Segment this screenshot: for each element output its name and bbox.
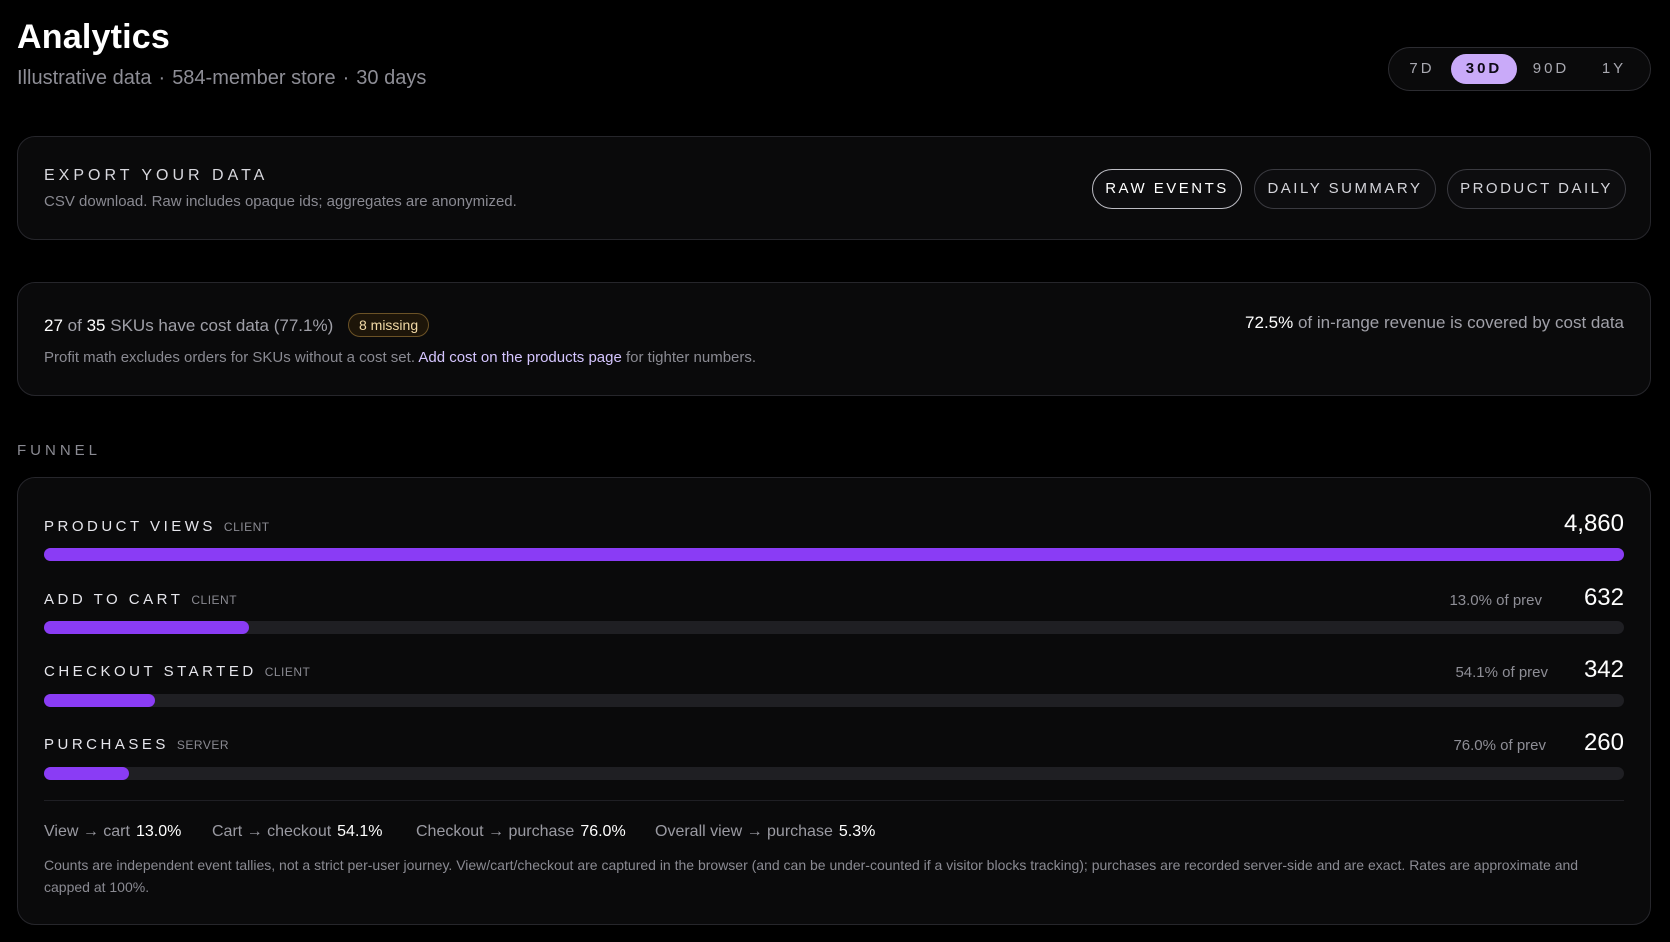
conversion-view-cart: View → cart 13.0%: [44, 823, 181, 841]
missing-cost-badge: 8 missing: [347, 313, 430, 337]
stage-count: 342: [1583, 656, 1624, 683]
range-option-7d[interactable]: 7D: [1395, 54, 1449, 84]
conversion-overall: Overall view → purchase 5.3%: [655, 823, 875, 841]
funnel-stage-product-views: PRODUCT VIEWS CLIENT 4,860: [44, 508, 1624, 561]
stage-count: 260: [1583, 729, 1624, 756]
revenue-coverage: 72.5% of in-range revenue is covered by …: [1245, 313, 1624, 333]
stage-name: PURCHASES: [44, 736, 169, 753]
of-word: of: [67, 316, 82, 335]
conversion-value: 76.0%: [580, 823, 626, 840]
page-title: Analytics: [17, 18, 170, 56]
profit-note-suffix: for tighter numbers.: [626, 349, 757, 366]
range-option-30d[interactable]: 30D: [1451, 54, 1517, 84]
sku-cost-summary: 27 of 35 SKUs have cost data (77.1%) 8 m…: [44, 313, 430, 337]
stage-rate: 13.0% of prev: [1449, 592, 1542, 609]
date-range-selector: 7D 30D 90D 1Y: [1388, 47, 1651, 91]
conversion-value: 5.3%: [838, 823, 876, 840]
profit-note: Profit math excludes orders for SKUs wit…: [44, 349, 756, 366]
revenue-coverage-pct: 72.5%: [1245, 313, 1294, 332]
stage-label: PRODUCT VIEWS CLIENT: [44, 518, 270, 535]
conversion-label: Overall view → purchase: [655, 823, 833, 840]
stage-bar-track: [44, 621, 1624, 634]
conversion-label: Cart → checkout: [212, 823, 332, 840]
subtitle-separator: ·: [158, 67, 166, 89]
stage-label: CHECKOUT STARTED CLIENT: [44, 663, 310, 680]
conversion-value: 54.1%: [337, 823, 383, 840]
stage-label: PURCHASES SERVER: [44, 736, 229, 753]
subtitle-separator: ·: [342, 67, 350, 89]
stage-rate: 54.1% of prev: [1455, 664, 1548, 681]
conversion-checkout-purchase: Checkout → purchase 76.0%: [416, 823, 626, 841]
stage-rate: 76.0% of prev: [1453, 737, 1546, 754]
sku-cost-text: SKUs have cost data (77.1%): [110, 316, 334, 335]
profit-note-text: Profit math excludes orders for SKUs wit…: [44, 349, 415, 366]
stage-bar-fill: [44, 548, 1624, 561]
stage-bar-fill: [44, 767, 129, 780]
revenue-coverage-text: of in-range revenue is covered by cost d…: [1297, 313, 1624, 332]
stage-name: CHECKOUT STARTED: [44, 663, 257, 680]
funnel-divider: [44, 800, 1624, 801]
subtitle-data-label: Illustrative data: [17, 67, 152, 89]
add-cost-link[interactable]: Add cost on the products page: [418, 349, 621, 366]
conversion-label: View → cart: [44, 823, 130, 840]
export-description: CSV download. Raw includes opaque ids; a…: [44, 193, 517, 210]
stage-source-tag: CLIENT: [191, 593, 238, 607]
funnel-section-label: FUNNEL: [17, 442, 102, 459]
funnel-footnote: Counts are independent event tallies, no…: [44, 857, 1579, 895]
skus-total-count: 35: [86, 316, 106, 335]
subtitle-store-size: 584-member store: [172, 67, 336, 89]
conversion-label: Checkout → purchase: [416, 823, 575, 840]
funnel-card: PRODUCT VIEWS CLIENT 4,860 ADD TO CART CLI…: [17, 477, 1651, 925]
stage-count: 632: [1583, 584, 1624, 611]
conversion-cart-checkout: Cart → checkout 54.1%: [212, 823, 383, 841]
stage-source-tag: CLIENT: [223, 520, 270, 534]
funnel-stage-add-to-cart: ADD TO CART CLIENT 13.0% of prev 632: [44, 581, 1624, 634]
stage-label: ADD TO CART CLIENT: [44, 591, 237, 608]
stage-source-tag: CLIENT: [264, 665, 311, 679]
stage-name: ADD TO CART: [44, 591, 184, 608]
product-daily-button[interactable]: PRODUCT DAILY: [1447, 169, 1626, 209]
daily-summary-button[interactable]: DAILY SUMMARY: [1254, 169, 1436, 209]
subtitle-period: 30 days: [356, 67, 427, 89]
cost-coverage-card: 27 of 35 SKUs have cost data (77.1%) 8 m…: [17, 282, 1651, 396]
stage-source-tag: SERVER: [176, 738, 229, 752]
skus-with-cost-count: 27: [44, 316, 63, 335]
stage-bar-track: [44, 694, 1624, 707]
range-option-1y[interactable]: 1Y: [1585, 54, 1643, 84]
stage-count: 4,860: [1563, 510, 1624, 537]
funnel-stage-checkout-started: CHECKOUT STARTED CLIENT 54.1% of prev 342: [44, 654, 1624, 707]
stage-bar-track: [44, 548, 1624, 561]
range-option-90d[interactable]: 90D: [1520, 54, 1582, 84]
funnel-stage-purchases: PURCHASES SERVER 76.0% of prev 260: [44, 727, 1624, 780]
export-heading: EXPORT YOUR DATA: [44, 167, 269, 184]
raw-events-button[interactable]: RAW EVENTS: [1092, 169, 1242, 209]
export-card: EXPORT YOUR DATA CSV download. Raw inclu…: [17, 136, 1651, 240]
page-subtitle: Illustrative data · 584-member store · 30 da…: [17, 67, 426, 90]
stage-bar-fill: [44, 694, 156, 707]
stage-bar-track: [44, 767, 1624, 780]
conversion-value: 13.0%: [135, 823, 182, 840]
stage-name: PRODUCT VIEWS: [44, 518, 216, 535]
stage-bar-fill: [44, 621, 250, 634]
